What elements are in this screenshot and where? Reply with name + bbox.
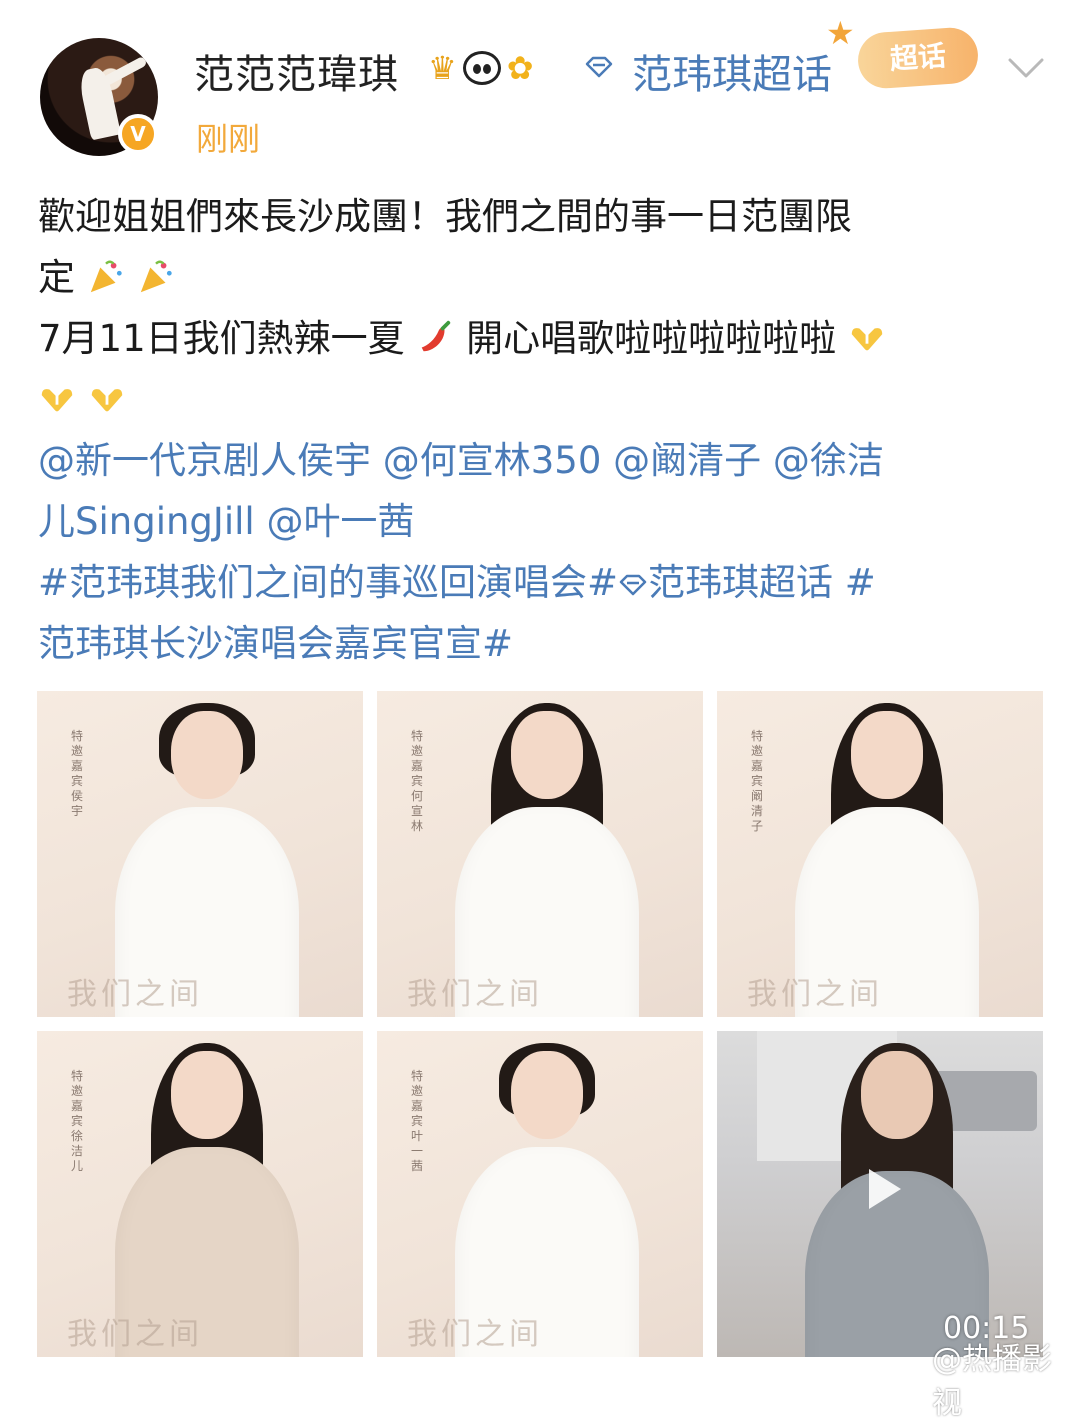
chaohua-sticker[interactable]: 超话 [856, 25, 980, 91]
image-watermark: 我们之间 [407, 1317, 543, 1352]
media-image[interactable]: 特邀嘉宾 何宣林 我们之间 [377, 691, 703, 1017]
post-time: 刚刚 [196, 120, 261, 158]
post-line: 定 [38, 256, 75, 299]
star-icon: ★ [826, 14, 855, 52]
post-line: 7月11日我们熱辣一夏 [38, 317, 405, 360]
media-grid: 特邀嘉宾 侯宇 我们之间 特邀嘉宾 何宣林 我们之间 特邀嘉宾 阚清子 我们之间… [37, 691, 1044, 1359]
post-header: V 范范范瑋琪 ♛ ✿ 范玮琪超话 ★ 超话 刚刚 [0, 0, 1080, 170]
mention-link[interactable]: @叶一茜 [266, 500, 414, 543]
image-caption: 特邀嘉宾 徐洁儿 [71, 1069, 84, 1173]
media-image[interactable]: 特邀嘉宾 叶一茜 我们之间 [377, 1031, 703, 1357]
media-video[interactable]: 00:15 [717, 1031, 1043, 1357]
chaohua-link[interactable]: 范玮琪超话 [632, 42, 832, 100]
username[interactable]: 范范范瑋琪 [194, 42, 399, 100]
mention-link[interactable]: 儿SingingJill [38, 500, 255, 543]
heart-hands-icon [41, 389, 73, 412]
mention-link[interactable]: @新一代京剧人侯宇 [38, 439, 371, 482]
image-watermark: 我们之间 [67, 977, 203, 1012]
image-caption: 特邀嘉宾 侯宇 [71, 729, 84, 818]
party-popper-icon [90, 260, 122, 293]
mention-link[interactable]: @阚清子 [613, 439, 761, 482]
mention-link[interactable]: @何宣林350 [383, 439, 602, 482]
post-line: 開心唱歌啦啦啦啦啦啦 [466, 317, 837, 360]
sunflower-icon: ✿ [506, 49, 534, 87]
image-watermark: 我们之间 [67, 1317, 203, 1352]
image-watermark: 我们之间 [747, 977, 883, 1012]
image-caption: 特邀嘉宾 何宣林 [411, 729, 424, 833]
heart-hands-icon [91, 389, 122, 412]
user-badges: ♛ ✿ [428, 44, 534, 92]
party-popper-icon [140, 260, 172, 293]
media-image[interactable]: 特邀嘉宾 侯宇 我们之间 [37, 691, 363, 1017]
image-caption: 特邀嘉宾 阚清子 [751, 729, 764, 833]
hashtag-link[interactable]: # [845, 561, 876, 604]
chaohua-link[interactable]: 范玮琪超话 [648, 561, 833, 604]
post-text: 歡迎姐姐們來長沙成團！我們之間的事一日范團限 定 7月11日我们熱辣一夏 開心唱… [38, 186, 1048, 674]
image-caption: 特邀嘉宾 叶一茜 [411, 1069, 424, 1173]
weibo-watermark: @热播影视 [932, 1342, 1052, 1421]
chevron-down-icon[interactable] [1006, 52, 1046, 82]
chili-pepper-icon [422, 320, 451, 352]
crown-icon: ♛ [428, 49, 457, 87]
media-image[interactable]: 特邀嘉宾 阚清子 我们之间 [717, 691, 1043, 1017]
image-watermark: 我们之间 [407, 977, 543, 1012]
mention-link[interactable]: @徐洁 [773, 439, 884, 482]
verified-badge: V [118, 114, 158, 154]
media-image[interactable]: 特邀嘉宾 徐洁儿 我们之间 [37, 1031, 363, 1357]
play-icon[interactable] [851, 1159, 911, 1219]
panda-icon [462, 51, 501, 85]
heart-hands-icon [851, 328, 883, 351]
hashtag-link[interactable]: 范玮琪长沙演唱会嘉宾官宣# [38, 622, 513, 665]
diamond-icon [619, 574, 647, 596]
post-line: 歡迎姐姐們來長沙成團！我們之間的事一日范團限 [38, 195, 852, 238]
hashtag-link[interactable]: #范玮琪我们之间的事巡回演唱会# [38, 561, 618, 604]
diamond-icon [585, 56, 613, 78]
